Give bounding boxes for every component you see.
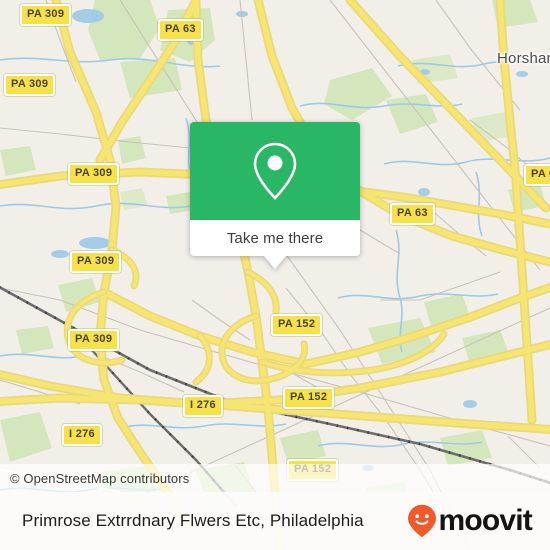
road-shield-pa-309-d: PA 309 [70,251,122,273]
road-shield-pa-309-b: PA 309 [4,74,56,96]
place-title: Primrose Extrrdnary Flwers Etc, Philadel… [22,511,364,530]
moovit-logo[interactable]: moovit [407,504,550,538]
road-shield-pa-309-a: PA 309 [20,4,72,26]
road-shield-pa-63-b: PA 63 [390,203,435,225]
map-screenshot: Horsham PA 309 PA 63 PA 309 PA 309 PA 30… [0,0,550,550]
openstreetmap-attribution[interactable]: © OpenStreetMap contributors [0,471,189,486]
road-shield-i-276-a: I 276 [183,395,223,417]
footer-bar: Primrose Extrrdnary Flwers Etc, Philadel… [0,492,550,550]
map-attribution-bar: © OpenStreetMap contributors [0,464,550,492]
location-popup[interactable]: Take me there [190,122,360,269]
map-pin-icon [253,142,297,200]
moovit-wordmark: moovit [438,504,532,537]
moovit-smiley-pin-icon [408,504,437,538]
road-shield-pa-63-a: PA 63 [158,19,203,41]
road-shield-i-276-b: I 276 [62,424,102,446]
popup-action-bar[interactable]: Take me there [190,220,360,269]
take-me-there-button[interactable]: Take me there [227,230,323,247]
popup-marker-panel [190,122,360,220]
road-shield-pa-309-c: PA 309 [68,163,120,185]
road-shield-pa-309-e: PA 309 [68,329,120,351]
road-shield-pa-152-b: PA 152 [283,387,335,409]
road-shield-pa-63-c: PA 6 [524,164,550,186]
place-label-horsham: Horsham [497,50,550,67]
road-shield-pa-152-a: PA 152 [271,314,323,336]
popup-tail [264,256,286,269]
